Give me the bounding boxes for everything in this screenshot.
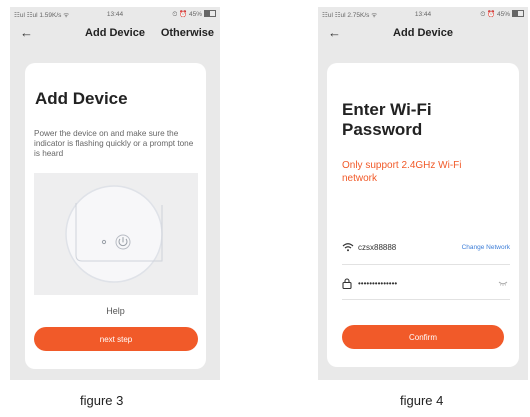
battery-icon: [512, 10, 524, 18]
card-title: Enter Wi-Fi Password: [342, 100, 432, 139]
battery-icon: [204, 10, 216, 18]
caption-figure-3: figure 3: [80, 393, 124, 408]
wifi-network-row: czsx88888 Change Network: [342, 237, 510, 257]
status-bar: ☷ul ☷ul 1.59K/s ᯤ 13:44 ⏲ ⏰ 45%: [10, 7, 220, 21]
status-right: ⏲ ⏰ 45%: [172, 10, 216, 19]
card-title: Add Device: [35, 89, 128, 108]
wifi-icon: [342, 242, 358, 252]
password-value: ••••••••••••••: [358, 278, 398, 288]
divider: [342, 299, 510, 300]
status-bar: ☷ul ☷ul 2.75K/s ᯤ 13:44 ⏲ ⏰ 45%: [318, 7, 528, 21]
phone-screen-wifi-password: ☷ul ☷ul 2.75K/s ᯤ 13:44 ⏲ ⏰ 45% ← Add De…: [318, 7, 528, 380]
nav-bar: ← Add Device Otherwise: [10, 25, 220, 47]
phone-screen-add-device: ☷ul ☷ul 1.59K/s ᯤ 13:44 ⏲ ⏰ 45% ← Add De…: [10, 7, 220, 380]
eye-closed-icon[interactable]: [498, 279, 508, 288]
status-time: 13:44: [106, 10, 124, 18]
status-left: ☷ul ☷ul 1.59K/s ᯤ: [14, 11, 70, 19]
otherwise-button[interactable]: Otherwise: [161, 27, 214, 39]
password-field[interactable]: ••••••••••••••: [342, 273, 510, 293]
device-illustration: [34, 173, 198, 295]
change-network-link[interactable]: Change Network: [462, 244, 510, 251]
add-device-card: Add Device Power the device on and make …: [25, 63, 206, 369]
caption-figure-4: figure 4: [400, 393, 444, 408]
device-indicator-graphic: [65, 185, 163, 283]
lock-icon: [342, 277, 358, 289]
help-link[interactable]: Help: [25, 306, 206, 316]
nav-bar: ← Add Device: [318, 25, 528, 47]
confirm-button[interactable]: Confirm: [342, 325, 504, 349]
divider: [342, 264, 510, 265]
next-step-button[interactable]: next step: [34, 327, 198, 351]
wifi-ssid: czsx88888: [358, 242, 397, 252]
status-right: ⏲ ⏰ 45%: [480, 10, 524, 19]
nav-title: Add Device: [393, 27, 453, 39]
status-left: ☷ul ☷ul 2.75K/s ᯤ: [322, 11, 378, 19]
wifi-password-card: Enter Wi-Fi Password Only support 2.4GHz…: [327, 63, 519, 367]
wifi-band-note: Only support 2.4GHz Wi-Fi network: [342, 160, 462, 184]
status-time: 13:44: [414, 10, 432, 18]
instruction-text: Power the device on and make sure the in…: [34, 129, 194, 158]
